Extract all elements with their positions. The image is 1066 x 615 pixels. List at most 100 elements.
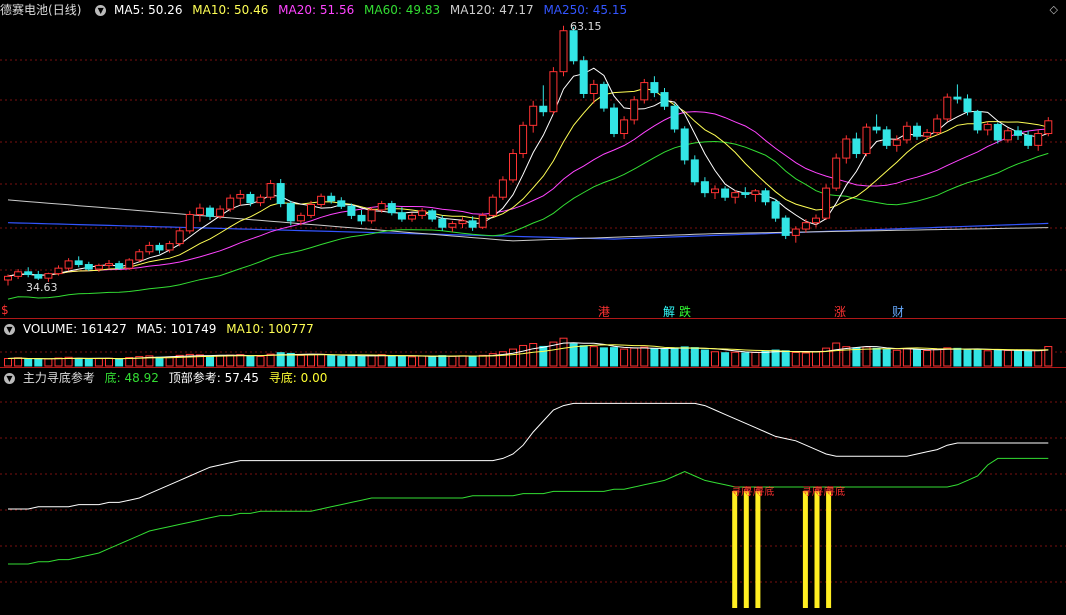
high-price-label: 63.15 — [570, 20, 602, 33]
volume-bar — [509, 348, 517, 367]
volume-bar — [1003, 350, 1012, 367]
ma10-line — [7, 87, 1049, 277]
candle-body — [690, 159, 699, 183]
volume-bar — [14, 357, 23, 367]
volume-bar — [993, 349, 1002, 367]
candle-body — [1003, 130, 1012, 141]
candle-body — [953, 96, 962, 100]
volume-bar — [579, 345, 588, 367]
candle-body — [216, 208, 225, 217]
ma-item: MA250: 45.15 — [543, 3, 628, 17]
ma-item: MA60: 49.83 — [364, 3, 441, 17]
candle-body — [377, 203, 386, 211]
volume-bar — [317, 353, 326, 367]
volume-bar — [599, 347, 608, 367]
indicator-panel-header: ▼ 主力寻底参考 底: 48.92 顶部参考: 57.45 寻底: 0.00 — [0, 368, 1066, 388]
candle-body — [498, 179, 507, 198]
candle-body — [872, 126, 881, 131]
signal-bar — [732, 491, 738, 608]
candle-body — [206, 207, 214, 217]
volume-bar — [1034, 349, 1043, 367]
volume-bar — [256, 355, 265, 367]
candle-body — [781, 217, 790, 236]
volume-bar — [44, 358, 53, 367]
volume-bar — [1014, 350, 1022, 367]
candle-body — [620, 119, 629, 135]
candle-body — [276, 183, 285, 205]
volume-bar — [589, 346, 598, 367]
volume-bar — [943, 347, 952, 367]
candle-body — [650, 82, 659, 94]
volume-bar — [721, 352, 730, 367]
volume-bar — [852, 347, 861, 367]
candle-body — [397, 212, 406, 220]
volume-bar — [105, 357, 113, 367]
volume-bar — [892, 349, 901, 367]
chevron-down-icon[interactable]: ▼ — [95, 5, 107, 16]
candle-body — [438, 218, 447, 228]
candle-body — [418, 210, 427, 216]
volume-bar — [438, 355, 447, 367]
candle-body — [933, 118, 942, 134]
candle-body — [44, 273, 53, 279]
volume-bar — [700, 349, 709, 367]
indicator-chart[interactable]: 寻底寻底寻底 寻底寻底寻底 — [0, 368, 1066, 615]
volume-bar — [387, 355, 396, 367]
volume-item: MA5: 101749 — [136, 322, 217, 336]
price-panel[interactable]: 德赛电池(日线) ▼ MA5: 50.26 MA10: 50.46 MA20: … — [0, 0, 1066, 319]
ma-item: MA20: 51.56 — [278, 3, 355, 17]
candle-body — [599, 83, 608, 109]
candle-body — [185, 213, 194, 232]
ma5-line — [7, 67, 1049, 277]
low-price-label: 34.63 — [26, 281, 58, 294]
volume-panel[interactable]: ▼ VOLUME: 161427 MA5: 101749 MA10: 10077… — [0, 319, 1066, 367]
candle-body — [64, 260, 73, 269]
volume-bar — [155, 356, 164, 367]
candle-body — [721, 188, 730, 198]
candle-body — [1044, 120, 1053, 135]
volume-bar — [791, 351, 800, 367]
stock-name[interactable]: 德赛电池 — [0, 3, 48, 17]
volume-item: VOLUME: 161427 — [22, 322, 127, 336]
candle-body — [842, 138, 851, 159]
volume-bar — [680, 346, 689, 367]
candle-body — [94, 264, 103, 270]
candle-body — [761, 190, 770, 203]
candle-body — [862, 126, 871, 155]
volume-bar — [902, 348, 911, 367]
volume-bar — [357, 356, 366, 367]
candle-body — [711, 188, 719, 194]
candle-body — [791, 228, 800, 236]
volume-bar — [115, 358, 124, 367]
period-label[interactable]: (日线) — [48, 3, 81, 17]
candle-body — [973, 111, 982, 131]
volume-bar — [983, 350, 992, 367]
candle-body — [125, 259, 134, 269]
candle-body — [195, 207, 204, 215]
volume-bar — [620, 348, 629, 367]
candle-body — [84, 264, 93, 270]
candle-body — [509, 153, 517, 181]
chevron-down-icon[interactable]: ▼ — [4, 373, 15, 384]
candle-body — [539, 105, 548, 113]
chevron-down-icon[interactable]: ▼ — [4, 324, 15, 335]
candle-body — [913, 125, 921, 137]
candle-body — [680, 128, 689, 161]
volume-bar — [872, 347, 881, 367]
volume-bar — [650, 348, 659, 367]
signal-bar — [755, 491, 761, 608]
candle-body — [367, 209, 376, 222]
volume-bar — [711, 351, 719, 367]
indicator-name[interactable]: 主力寻底参考 — [23, 371, 95, 385]
indicator-panel[interactable]: ▼ 主力寻底参考 底: 48.92 顶部参考: 57.45 寻底: 0.00 寻… — [0, 368, 1066, 615]
volume-bar — [923, 350, 932, 367]
candle-body — [236, 193, 245, 199]
volume-bar — [206, 355, 214, 367]
signal-bar — [743, 491, 749, 608]
candlestick-chart[interactable] — [0, 0, 1066, 318]
candle-body — [1024, 134, 1033, 146]
volume-bar — [832, 342, 841, 367]
ma-item: MA120: 47.17 — [449, 3, 534, 17]
volume-bar — [94, 358, 103, 367]
candle-body — [428, 210, 437, 220]
